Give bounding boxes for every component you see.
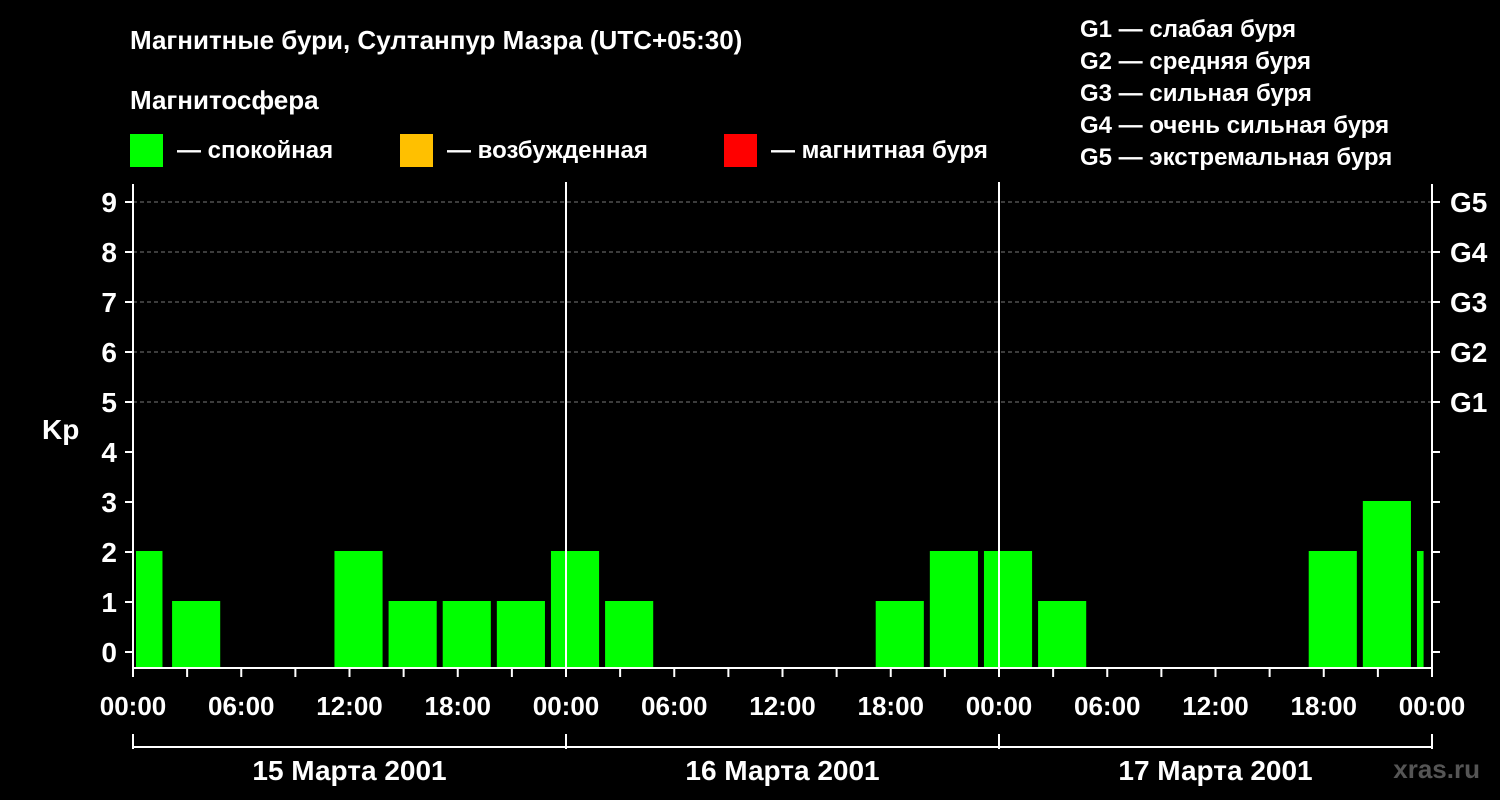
- y-tick-label: 3: [101, 487, 117, 518]
- kp-bar: [875, 601, 924, 668]
- y-axis-ticks: 0 1 2 3 4 5 6 7 8 9: [101, 187, 133, 668]
- x-tick-label: 00:00: [533, 691, 600, 721]
- legend-swatch: [130, 134, 163, 167]
- g-scale-item: G5 — экстремальная буря: [1080, 144, 1392, 171]
- g-scale-item: G4 — очень сильная буря: [1080, 112, 1389, 139]
- axes: [132, 182, 1433, 669]
- x-tick-label: 12:00: [1182, 691, 1249, 721]
- kp-bar: [172, 601, 221, 668]
- legend-label: — магнитная буря: [771, 137, 988, 164]
- kp-bar: [136, 551, 163, 668]
- legend-swatch: [724, 134, 757, 167]
- legend-label: — спокойная: [177, 137, 333, 164]
- g-level-label: G4: [1450, 237, 1488, 268]
- day-label: 15 Марта 2001: [252, 755, 446, 786]
- kp-bar: [496, 601, 545, 668]
- kp-bar: [929, 551, 978, 668]
- g-axis-ticks: G1 G2 G3 G4 G5: [1432, 187, 1488, 653]
- x-axis-ticks: 00:00 06:00 12:00 18:00 00:00 06:00 12:00 18:00…: [100, 668, 1466, 721]
- x-tick-label: 18:00: [425, 691, 492, 721]
- x-tick-label: 18:00: [1291, 691, 1358, 721]
- kp-bar: [1416, 551, 1424, 668]
- legend-label: — возбужденная: [447, 137, 648, 164]
- day-labels: 15 Марта 2001 16 Марта 2001 17 Марта 2001: [132, 734, 1433, 786]
- chart-title: Магнитные бури, Султанпур Мазра (UTC+05:…: [130, 25, 742, 55]
- y-tick-label: 7: [101, 287, 117, 318]
- day-label: 17 Марта 2001: [1118, 755, 1312, 786]
- x-tick-label: 06:00: [1074, 691, 1141, 721]
- y-tick-label: 5: [101, 387, 117, 418]
- x-tick-label: 00:00: [966, 691, 1033, 721]
- kp-bar: [550, 551, 600, 668]
- x-tick-label: 06:00: [208, 691, 275, 721]
- y-tick-label: 6: [101, 337, 117, 368]
- g-scale-legend: G1 — слабая буря G2 — средняя буря G3 — си…: [1080, 16, 1392, 171]
- kp-bar: [388, 601, 437, 668]
- kp-bar: [983, 551, 1033, 668]
- day-label: 16 Марта 2001: [685, 755, 879, 786]
- kp-chart: Магнитные бури, Султанпур Мазра (UTC+05:…: [42, 16, 1488, 786]
- kp-bar: [1362, 501, 1411, 668]
- x-tick-label: 18:00: [858, 691, 925, 721]
- x-tick-label: 06:00: [641, 691, 708, 721]
- y-tick-label: 8: [101, 237, 117, 268]
- kp-bar: [1038, 601, 1087, 668]
- g-scale-item: G1 — слабая буря: [1080, 16, 1296, 43]
- g-level-label: G2: [1450, 337, 1487, 368]
- kp-bar: [334, 551, 383, 668]
- y-tick-label: 9: [101, 187, 117, 218]
- bars: [136, 501, 1424, 668]
- y-axis-label: Kp: [42, 414, 79, 445]
- grid: [133, 201, 1432, 403]
- y-tick-label: 0: [101, 637, 117, 668]
- x-tick-label: 12:00: [749, 691, 816, 721]
- kp-bar: [605, 601, 654, 668]
- watermark: xras.ru: [1393, 754, 1480, 784]
- g-level-label: G1: [1450, 387, 1487, 418]
- legend-title: Магнитосфера: [130, 85, 319, 115]
- x-tick-label: 00:00: [1399, 691, 1466, 721]
- kp-bar: [1308, 551, 1357, 668]
- y-tick-label: 2: [101, 537, 117, 568]
- legend-swatch: [400, 134, 433, 167]
- y-tick-label: 1: [101, 587, 117, 618]
- legend: — спокойная — возбужденная — магнитная бур…: [130, 134, 988, 167]
- g-level-label: G3: [1450, 287, 1487, 318]
- y-tick-label: 4: [101, 437, 117, 468]
- g-level-label: G5: [1450, 187, 1487, 218]
- kp-bar: [442, 601, 491, 668]
- g-scale-item: G3 — сильная буря: [1080, 80, 1312, 107]
- x-tick-label: 12:00: [316, 691, 383, 721]
- x-tick-label: 00:00: [100, 691, 167, 721]
- g-scale-item: G2 — средняя буря: [1080, 48, 1311, 75]
